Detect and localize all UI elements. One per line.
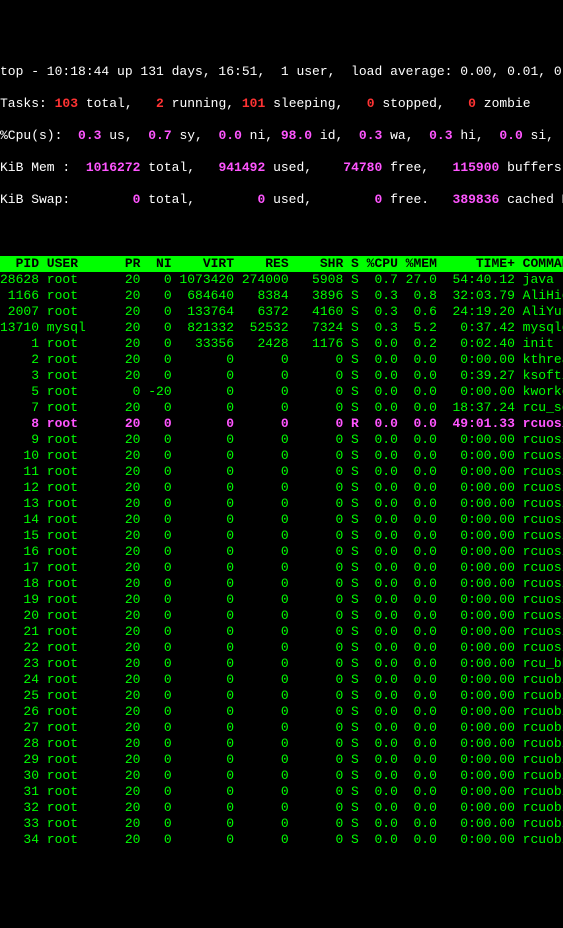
process-row[interactable]: 25 root 20 0 0 0 0 S 0.0 0.0 0:00.00 rcu… bbox=[0, 688, 563, 704]
process-row[interactable]: 31 root 20 0 0 0 0 S 0.0 0.0 0:00.00 rcu… bbox=[0, 784, 563, 800]
blank-line bbox=[0, 224, 563, 240]
process-row[interactable]: 19 root 20 0 0 0 0 S 0.0 0.0 0:00.00 rcu… bbox=[0, 592, 563, 608]
process-row[interactable]: 18 root 20 0 0 0 0 S 0.0 0.0 0:00.00 rcu… bbox=[0, 576, 563, 592]
process-row[interactable]: 16 root 20 0 0 0 0 S 0.0 0.0 0:00.00 rcu… bbox=[0, 544, 563, 560]
summary-mem: KiB Mem : 1016272 total, 941492 used, 74… bbox=[0, 160, 563, 176]
process-row[interactable]: 22 root 20 0 0 0 0 S 0.0 0.0 0:00.00 rcu… bbox=[0, 640, 563, 656]
process-row[interactable]: 2007 root 20 0 133764 6372 4160 S 0.3 0.… bbox=[0, 304, 563, 320]
summary-swap: KiB Swap: 0 total, 0 used, 0 free. 38983… bbox=[0, 192, 563, 208]
process-row[interactable]: 28 root 20 0 0 0 0 S 0.0 0.0 0:00.00 rcu… bbox=[0, 736, 563, 752]
process-row[interactable]: 9 root 20 0 0 0 0 S 0.0 0.0 0:00.00 rcuo… bbox=[0, 432, 563, 448]
process-row[interactable]: 34 root 20 0 0 0 0 S 0.0 0.0 0:00.00 rcu… bbox=[0, 832, 563, 848]
process-row[interactable]: 13 root 20 0 0 0 0 S 0.0 0.0 0:00.00 rcu… bbox=[0, 496, 563, 512]
process-row[interactable]: 3 root 20 0 0 0 0 S 0.0 0.0 0:39.27 ksof… bbox=[0, 368, 563, 384]
process-row[interactable]: 1166 root 20 0 684640 8384 3896 S 0.3 0.… bbox=[0, 288, 563, 304]
process-row[interactable]: 27 root 20 0 0 0 0 S 0.0 0.0 0:00.00 rcu… bbox=[0, 720, 563, 736]
process-row[interactable]: 5 root 0 -20 0 0 0 S 0.0 0.0 0:00.00 kwo… bbox=[0, 384, 563, 400]
process-row[interactable]: 10 root 20 0 0 0 0 S 0.0 0.0 0:00.00 rcu… bbox=[0, 448, 563, 464]
process-list[interactable]: 28628 root 20 0 1073420 274000 5908 S 0.… bbox=[0, 272, 563, 848]
process-row[interactable]: 28628 root 20 0 1073420 274000 5908 S 0.… bbox=[0, 272, 563, 288]
process-row[interactable]: 33 root 20 0 0 0 0 S 0.0 0.0 0:00.00 rcu… bbox=[0, 816, 563, 832]
process-row[interactable]: 14 root 20 0 0 0 0 S 0.0 0.0 0:00.00 rcu… bbox=[0, 512, 563, 528]
process-row[interactable]: 1 root 20 0 33356 2428 1176 S 0.0 0.2 0:… bbox=[0, 336, 563, 352]
process-row[interactable]: 26 root 20 0 0 0 0 S 0.0 0.0 0:00.00 rcu… bbox=[0, 704, 563, 720]
process-row[interactable]: 13710 mysql 20 0 821332 52532 7324 S 0.3… bbox=[0, 320, 563, 336]
summary-uptime: top - 10:18:44 up 131 days, 16:51, 1 use… bbox=[0, 64, 563, 80]
process-row[interactable]: 29 root 20 0 0 0 0 S 0.0 0.0 0:00.00 rcu… bbox=[0, 752, 563, 768]
summary-cpu: %Cpu(s): 0.3 us, 0.7 sy, 0.0 ni, 98.0 id… bbox=[0, 128, 563, 144]
process-row[interactable]: 21 root 20 0 0 0 0 S 0.0 0.0 0:00.00 rcu… bbox=[0, 624, 563, 640]
process-row[interactable]: 17 root 20 0 0 0 0 S 0.0 0.0 0:00.00 rcu… bbox=[0, 560, 563, 576]
process-row[interactable]: 23 root 20 0 0 0 0 S 0.0 0.0 0:00.00 rcu… bbox=[0, 656, 563, 672]
column-header: PID USER PR NI VIRT RES SHR S %CPU %MEM … bbox=[0, 256, 563, 272]
process-row[interactable]: 11 root 20 0 0 0 0 S 0.0 0.0 0:00.00 rcu… bbox=[0, 464, 563, 480]
process-row[interactable]: 20 root 20 0 0 0 0 S 0.0 0.0 0:00.00 rcu… bbox=[0, 608, 563, 624]
process-row[interactable]: 30 root 20 0 0 0 0 S 0.0 0.0 0:00.00 rcu… bbox=[0, 768, 563, 784]
process-row[interactable]: 15 root 20 0 0 0 0 S 0.0 0.0 0:00.00 rcu… bbox=[0, 528, 563, 544]
process-row[interactable]: 32 root 20 0 0 0 0 S 0.0 0.0 0:00.00 rcu… bbox=[0, 800, 563, 816]
process-row[interactable]: 12 root 20 0 0 0 0 S 0.0 0.0 0:00.00 rcu… bbox=[0, 480, 563, 496]
process-row[interactable]: 8 root 20 0 0 0 0 R 0.0 0.0 49:01.33 rcu… bbox=[0, 416, 563, 432]
process-row[interactable]: 2 root 20 0 0 0 0 S 0.0 0.0 0:00.00 kthr… bbox=[0, 352, 563, 368]
process-row[interactable]: 7 root 20 0 0 0 0 S 0.0 0.0 18:37.24 rcu… bbox=[0, 400, 563, 416]
summary-tasks: Tasks: 103 total, 2 running, 101 sleepin… bbox=[0, 96, 563, 112]
process-row[interactable]: 24 root 20 0 0 0 0 S 0.0 0.0 0:00.00 rcu… bbox=[0, 672, 563, 688]
